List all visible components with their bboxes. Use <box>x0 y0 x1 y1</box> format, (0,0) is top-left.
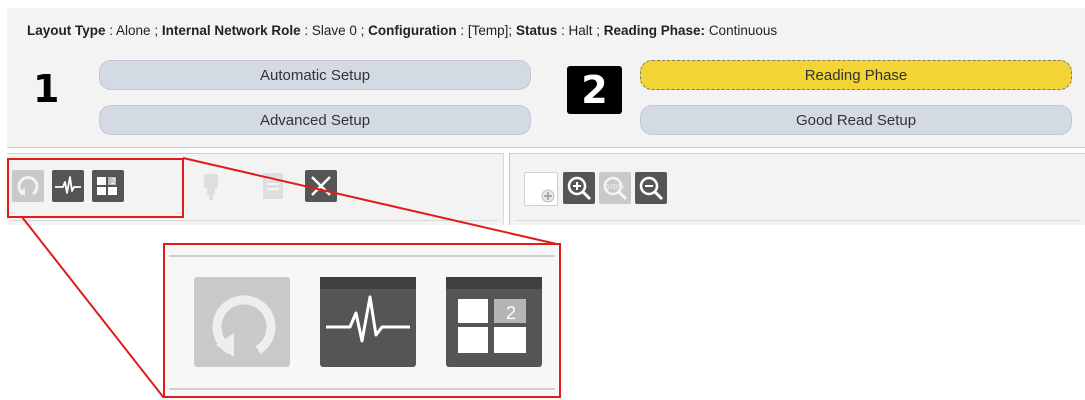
refresh-icon <box>194 277 290 367</box>
waveform-icon <box>320 277 416 367</box>
image-grid-icon: 2 <box>446 277 542 367</box>
panel-divider <box>169 255 555 257</box>
badge-number-large: 2 <box>506 303 516 323</box>
panel-divider <box>169 388 555 390</box>
magnified-icons-panel: 2 <box>163 243 561 398</box>
